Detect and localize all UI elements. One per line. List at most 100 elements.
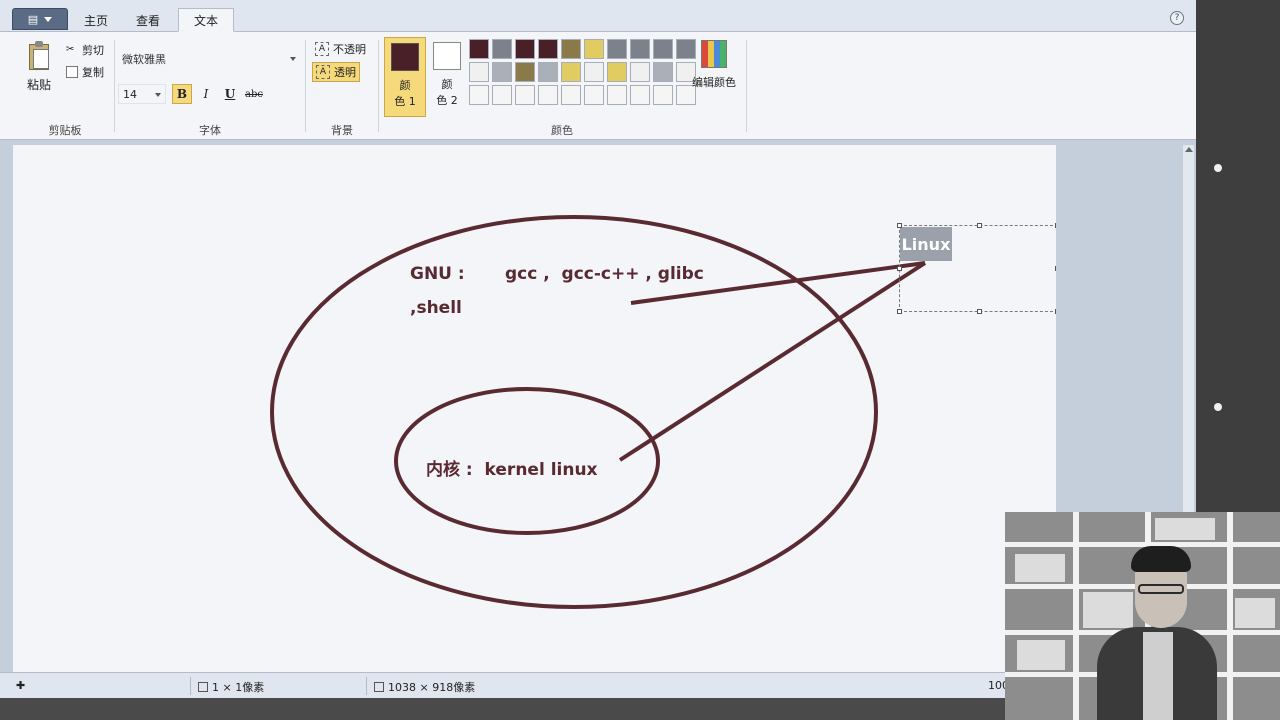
clipboard-icon	[27, 40, 51, 72]
kernel-text: 内核 : kernel linux	[426, 460, 598, 480]
palette-color-cell[interactable]	[607, 85, 627, 105]
palette-color-cell[interactable]	[492, 62, 512, 82]
chevron-down-icon	[44, 16, 53, 22]
divider	[305, 40, 306, 132]
divider	[746, 40, 747, 132]
tab-home[interactable]: 主页	[72, 9, 120, 32]
palette-color-cell[interactable]	[515, 39, 535, 59]
arrow-line-kernel	[618, 261, 927, 462]
palette-icon	[701, 40, 727, 68]
resize-handle[interactable]	[1055, 266, 1056, 271]
palette-color-cell[interactable]	[515, 62, 535, 82]
paste-label: 粘贴	[26, 78, 51, 92]
palette-color-cell[interactable]	[561, 85, 581, 105]
palette-color-cell[interactable]	[584, 85, 604, 105]
palette-color-cell[interactable]	[538, 85, 558, 105]
move-cursor-icon: ✚	[16, 679, 26, 692]
resize-handle[interactable]	[897, 223, 902, 228]
tab-text[interactable]: 文本	[178, 8, 234, 32]
resize-handle[interactable]	[977, 223, 982, 228]
palette-color-cell[interactable]	[492, 39, 512, 59]
palette-color-cell[interactable]	[492, 85, 512, 105]
palette-color-cell[interactable]	[538, 39, 558, 59]
resize-handle[interactable]	[1055, 223, 1056, 228]
drawing-canvas[interactable]: GNU : gcc , gcc-c++ , glibc ,shell 内核 : …	[13, 145, 1056, 672]
dot	[1214, 403, 1222, 411]
opaque-option[interactable]: A 不透明	[312, 40, 369, 58]
palette-color-cell[interactable]	[584, 39, 604, 59]
color1-label-a: 颜	[399, 79, 411, 92]
color2-label-b: 色 2	[436, 94, 458, 107]
dot	[1214, 164, 1222, 172]
paste-button[interactable]: 粘贴	[24, 40, 54, 98]
webcam-overlay	[1005, 512, 1280, 720]
copy-button[interactable]: 复制	[66, 64, 104, 80]
ribbon-tabs: ▤ 主页 查看 文本 ?	[0, 0, 1196, 32]
palette-color-cell[interactable]	[653, 62, 673, 82]
help-icon[interactable]: ?	[1170, 11, 1184, 25]
font-size-value: 14	[123, 87, 137, 101]
palette-color-cell[interactable]	[538, 62, 558, 82]
cut-label: 剪切	[82, 44, 104, 57]
strikethrough-button[interactable]: abc	[243, 84, 265, 104]
resize-handle[interactable]	[897, 309, 902, 314]
colors-group-label: 颜色	[551, 124, 573, 137]
gnu-tools-text: gcc , gcc-c++ , glibc	[505, 264, 704, 284]
divider	[114, 40, 115, 132]
cut-button[interactable]: ✂ 剪切	[66, 42, 104, 58]
copy-label: 复制	[82, 66, 104, 79]
palette-color-cell[interactable]	[469, 85, 489, 105]
underline-button[interactable]: U	[220, 84, 240, 104]
cursor-position-icon	[198, 682, 208, 692]
divider	[378, 40, 379, 132]
menu-icon: ▤	[27, 12, 39, 26]
bold-button[interactable]: B	[172, 84, 192, 104]
palette-color-cell[interactable]	[630, 39, 650, 59]
scissors-icon: ✂	[66, 44, 75, 55]
gnu-label: GNU :	[410, 264, 465, 284]
textbox-linux[interactable]: Linux	[900, 227, 952, 261]
color2-button[interactable]: 颜 色 2	[426, 37, 468, 117]
resize-handle[interactable]	[897, 266, 902, 271]
palette-color-cell[interactable]	[607, 62, 627, 82]
cursor-position: 1 × 1像素	[198, 679, 264, 695]
edit-colors-label: 编辑颜色	[692, 76, 736, 89]
text-opaque-icon: A	[315, 42, 329, 56]
palette-color-cell[interactable]	[561, 39, 581, 59]
italic-button[interactable]: I	[196, 84, 216, 104]
palette-color-cell[interactable]	[653, 85, 673, 105]
palette-color-cell[interactable]	[630, 85, 650, 105]
copy-icon	[66, 66, 78, 78]
chevron-down-icon	[290, 57, 296, 61]
palette-color-cell[interactable]	[515, 85, 535, 105]
palette-color-cell[interactable]	[561, 62, 581, 82]
color2-label-a: 颜	[441, 78, 453, 91]
palette-color-cell[interactable]	[653, 39, 673, 59]
canvas-size-value: 1038 × 918像素	[388, 681, 476, 694]
color1-button[interactable]: 颜 色 1	[384, 37, 426, 117]
palette-color-cell[interactable]	[469, 62, 489, 82]
palette-color-cell[interactable]	[584, 62, 604, 82]
chevron-down-icon	[155, 93, 161, 97]
color2-swatch	[433, 42, 461, 70]
font-family-select[interactable]: 微软雅黑	[118, 49, 300, 69]
scroll-up-icon[interactable]	[1185, 147, 1193, 152]
opaque-label: 不透明	[333, 43, 366, 56]
transparent-option[interactable]: A 透明	[312, 62, 360, 82]
resize-handle[interactable]	[977, 309, 982, 314]
font-size-select[interactable]: 14	[118, 84, 166, 104]
divider	[366, 677, 367, 695]
tab-view[interactable]: 查看	[124, 9, 172, 32]
transparent-label: 透明	[334, 66, 356, 79]
color1-label-b: 色 1	[394, 95, 416, 108]
text-transparent-icon: A	[316, 65, 330, 79]
palette-color-cell[interactable]	[607, 39, 627, 59]
edit-colors-button[interactable]: 编辑颜色	[688, 40, 740, 90]
resize-handle[interactable]	[1055, 309, 1056, 314]
background-group-label: 背景	[331, 124, 353, 137]
color1-swatch	[391, 43, 419, 71]
divider	[190, 677, 191, 695]
file-menu-button[interactable]: ▤	[12, 8, 68, 30]
palette-color-cell[interactable]	[469, 39, 489, 59]
palette-color-cell[interactable]	[630, 62, 650, 82]
